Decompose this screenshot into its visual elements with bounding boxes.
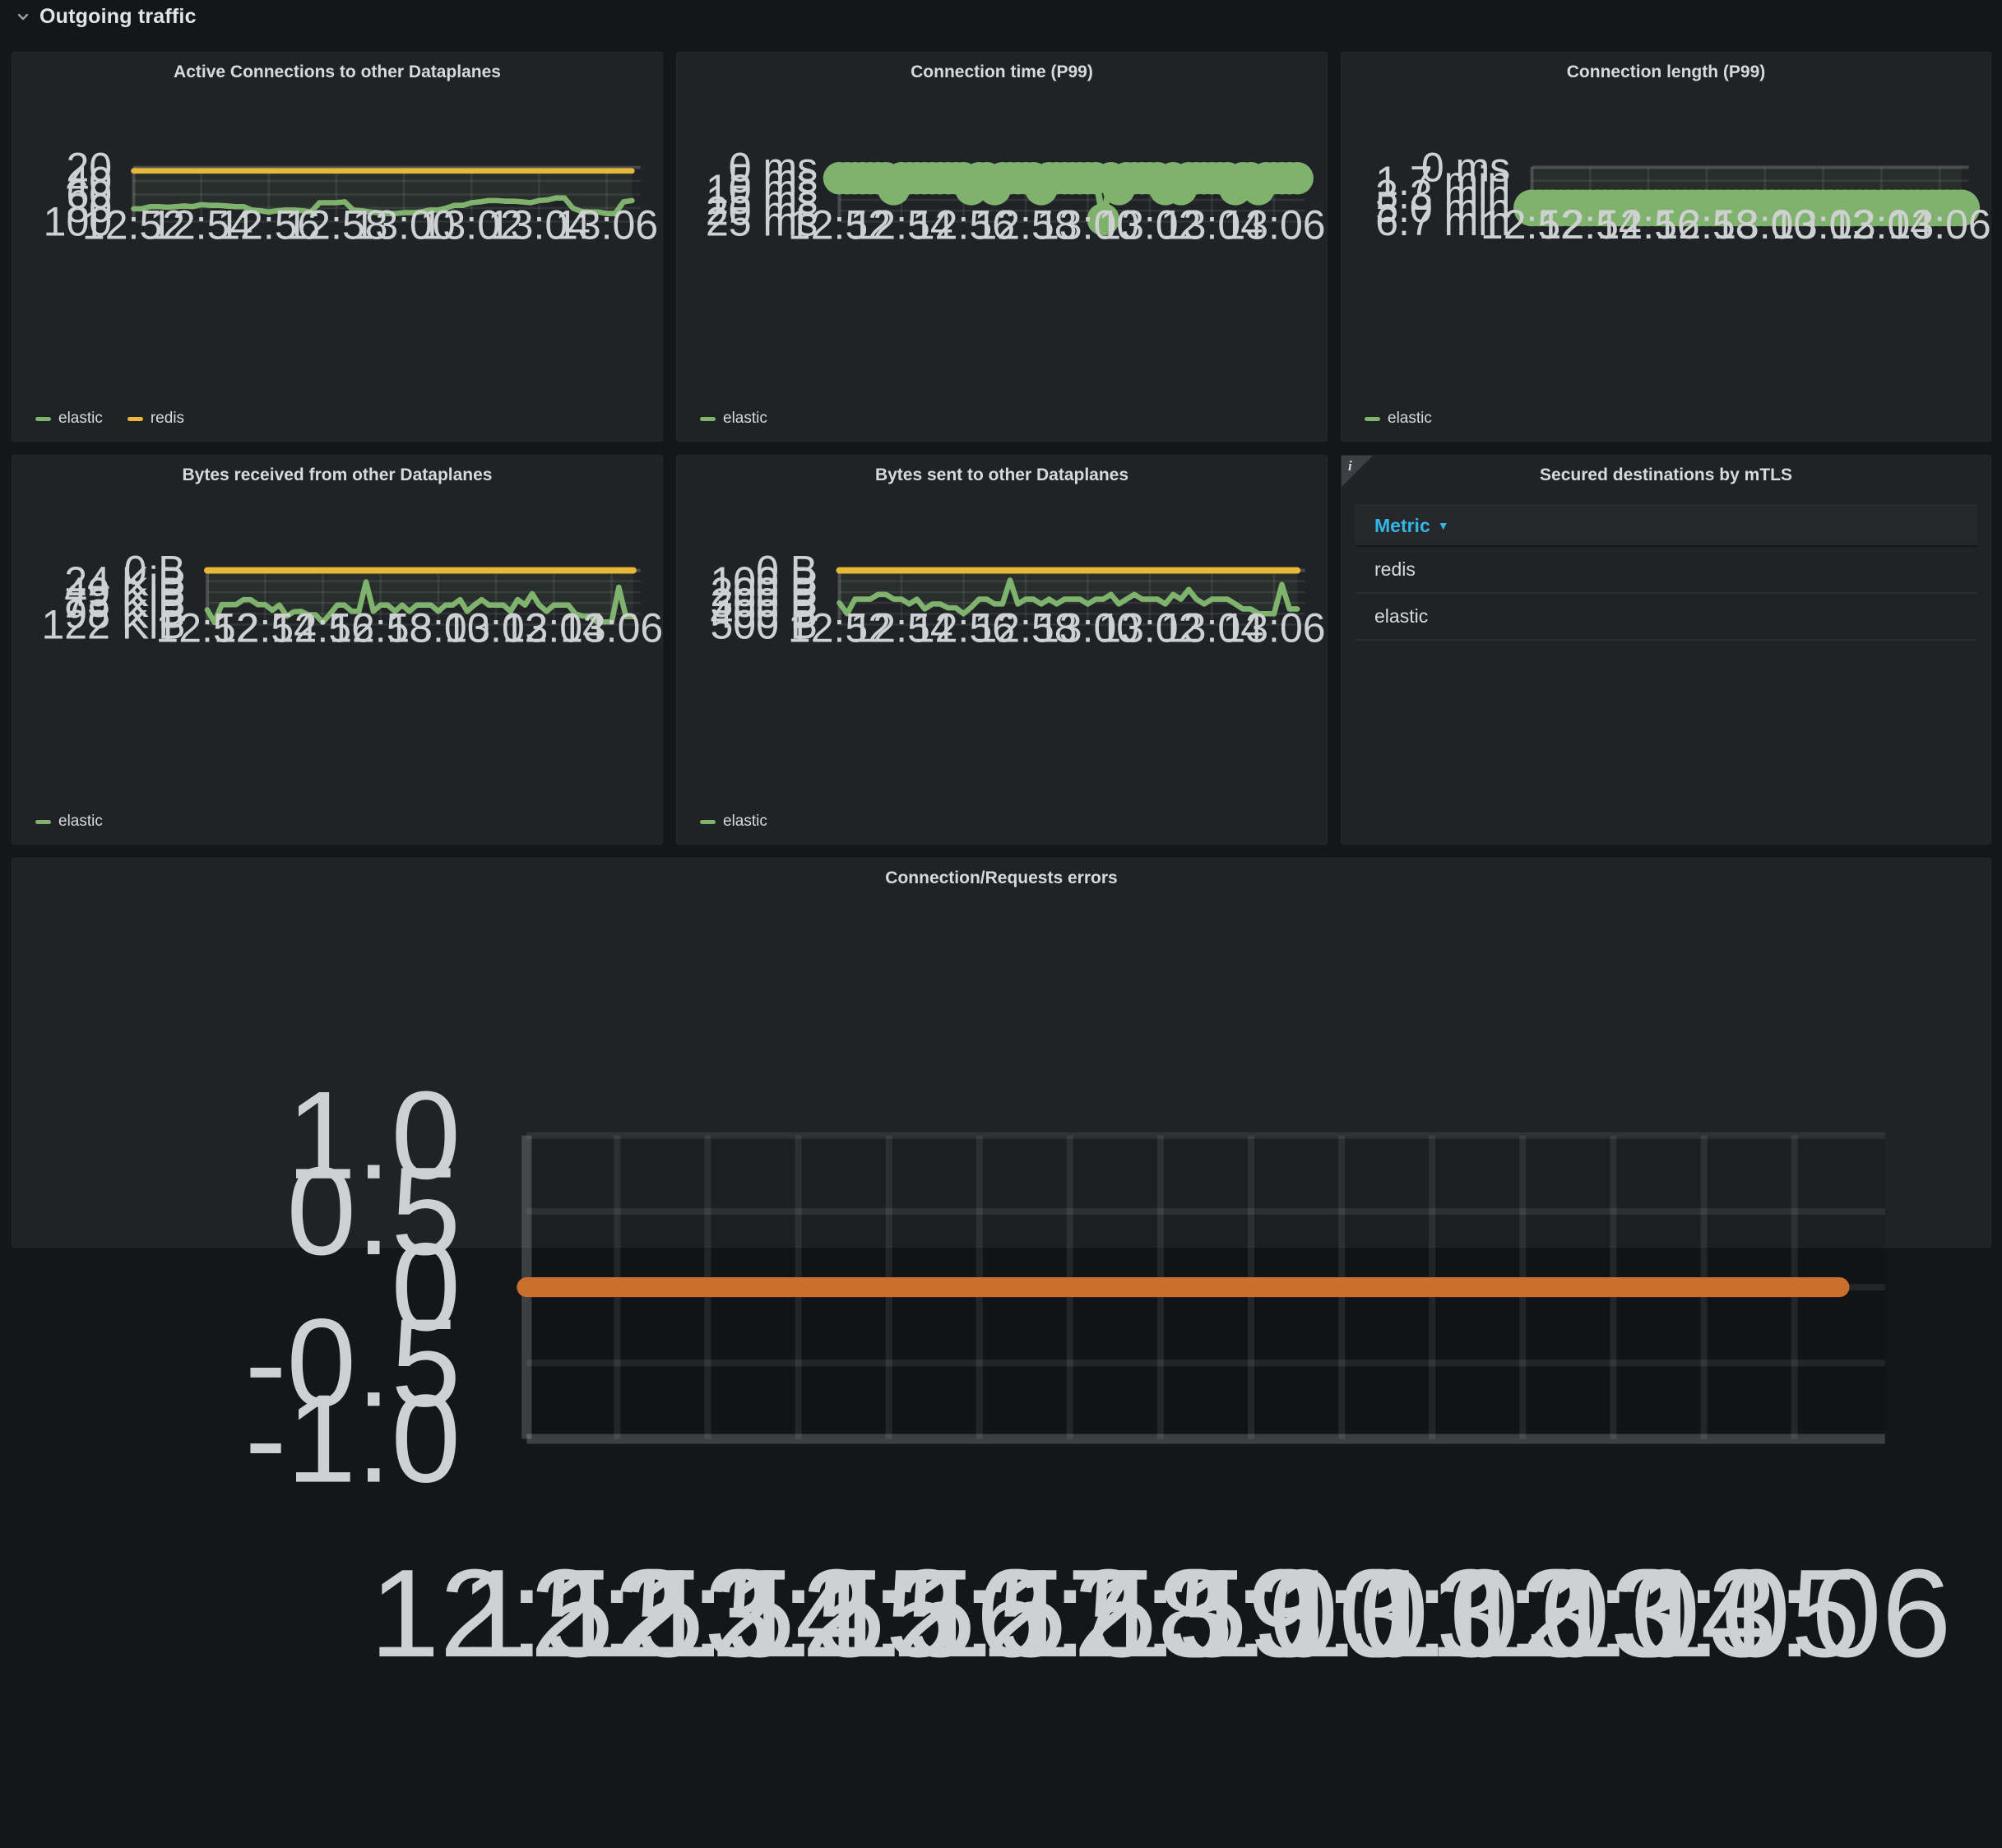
- panel-title[interactable]: Connection time (P99): [677, 63, 1327, 82]
- table-cell-metric: elastic: [1374, 605, 1428, 628]
- legend-item-redis[interactable]: redis: [127, 410, 184, 428]
- legend-label: elastic: [58, 813, 103, 831]
- panel-title[interactable]: Bytes received from other Dataplanes: [12, 465, 662, 485]
- svg-text:1.0: 1.0: [286, 1066, 461, 1206]
- chart-legend: elastic: [1365, 410, 1432, 428]
- legend-swatch: [127, 417, 143, 421]
- svg-text:13:06: 13:06: [1222, 201, 1325, 248]
- panel-title[interactable]: Bytes sent to other Dataplanes: [677, 465, 1327, 485]
- svg-text:13:06: 13:06: [560, 604, 662, 651]
- legend-label: elastic: [1388, 410, 1432, 428]
- table-row: elastic: [1355, 594, 1977, 641]
- panel-title[interactable]: Secured destinations by mTLS: [1342, 465, 1990, 485]
- connection-time-chart: 0 ms5 ms10 ms15 ms20 ms25 ms12:5212:5412…: [677, 53, 1327, 377]
- section-title: Outgoing traffic: [39, 5, 197, 29]
- svg-text:13:06: 13:06: [1888, 201, 1990, 248]
- chart-legend: elastic: [35, 813, 103, 831]
- column-header-label: Metric: [1374, 515, 1430, 537]
- legend-item-elastic[interactable]: elastic: [1365, 410, 1432, 428]
- panel-info-corner[interactable]: [1342, 456, 1373, 487]
- connection-length-chart: 0 ms1.7 min3.3 min5.0 min6.7 min12:5212:…: [1342, 53, 1990, 377]
- svg-text:13:06: 13:06: [1222, 604, 1325, 651]
- chevron-down-icon[interactable]: [15, 8, 31, 25]
- svg-text:13:06: 13:06: [1638, 1544, 1951, 1684]
- active-connections-chart: 2040608010012:5212:5412:5612:5813:0013:0…: [12, 53, 662, 377]
- panel-title[interactable]: Connection length (P99): [1342, 63, 1990, 82]
- legend-swatch: [35, 820, 51, 824]
- table-cell-metric: redis: [1374, 558, 1416, 581]
- panel-title[interactable]: Connection/Requests errors: [12, 868, 1990, 888]
- chart-legend: elastic: [700, 813, 767, 831]
- svg-text:13:06: 13:06: [555, 201, 658, 248]
- legend-item-elastic[interactable]: elastic: [700, 813, 767, 831]
- chart-legend: elastic: [700, 410, 767, 428]
- section-row-outgoing-traffic[interactable]: Outgoing traffic: [0, 0, 197, 33]
- table-column-header-metric[interactable]: Metric ▼: [1355, 505, 1977, 547]
- panel-bytes-sent: Bytes sent to other Dataplanes 0 B100 B2…: [676, 455, 1328, 845]
- panel-connection-time: Connection time (P99) 0 ms5 ms10 ms15 ms…: [676, 52, 1328, 442]
- table-row: redis: [1355, 547, 1977, 594]
- legend-label: elastic: [723, 813, 767, 831]
- info-icon[interactable]: i: [1348, 458, 1352, 475]
- legend-label: elastic: [723, 410, 767, 428]
- chart-legend: elastic redis: [35, 410, 184, 428]
- sort-desc-icon: ▼: [1438, 519, 1449, 532]
- legend-item-elastic[interactable]: elastic: [35, 410, 103, 428]
- legend-label: redis: [151, 410, 184, 428]
- panel-connection-requests-errors: Connection/Requests errors -1.0-0.500.51…: [12, 858, 1991, 1248]
- legend-label: elastic: [58, 410, 103, 428]
- bytes-sent-chart: 0 B100 B200 B300 B400 B500 B12:5212:5412…: [677, 456, 1327, 780]
- panel-secured-destinations: i Secured destinations by mTLS Metric ▼ …: [1341, 455, 1991, 845]
- panel-title[interactable]: Active Connections to other Dataplanes: [12, 63, 662, 82]
- panel-bytes-received: Bytes received from other Dataplanes 0 B…: [12, 455, 663, 845]
- legend-swatch: [700, 820, 716, 824]
- errors-chart: -1.0-0.500.51.012:5212:5312:5412:5512:56…: [12, 859, 1990, 1848]
- panel-connection-length: Connection length (P99) 0 ms1.7 min3.3 m…: [1341, 52, 1991, 442]
- legend-swatch: [35, 417, 51, 421]
- bytes-received-chart: 0 B24 KiB49 KiB73 KiB98 KiB122 KiB12:521…: [12, 456, 662, 780]
- legend-swatch: [1365, 417, 1380, 421]
- legend-swatch: [700, 417, 716, 421]
- legend-item-elastic[interactable]: elastic: [35, 813, 103, 831]
- mtls-table: Metric ▼ redis elastic: [1355, 505, 1977, 641]
- panel-active-connections: Active Connections to other Dataplanes 2…: [12, 52, 663, 442]
- legend-item-elastic[interactable]: elastic: [700, 410, 767, 428]
